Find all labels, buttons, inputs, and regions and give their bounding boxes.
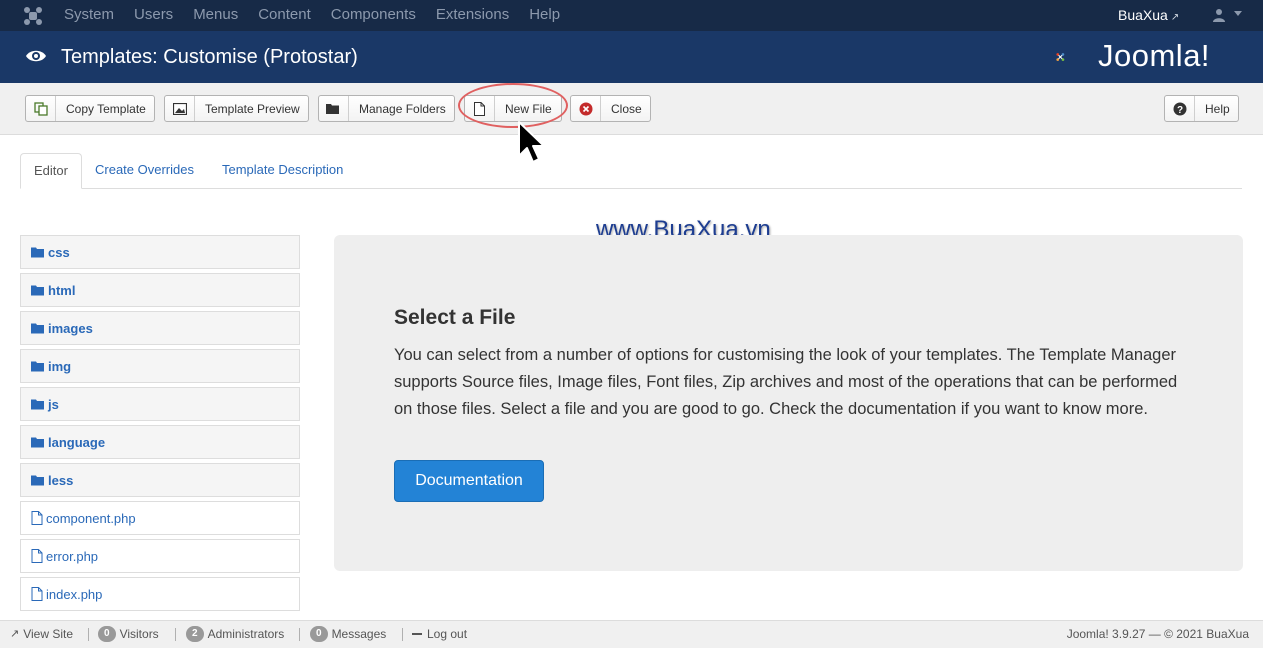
admins-label: Administrators — [207, 627, 285, 641]
tab-bar: Editor Create Overrides Template Descrip… — [20, 153, 1242, 189]
svg-text:?: ? — [1176, 105, 1182, 116]
eye-icon — [26, 50, 46, 62]
site-link[interactable]: BuaXua ↗ — [1118, 0, 1179, 33]
close-label: Close — [611, 101, 642, 116]
divider — [299, 628, 300, 641]
logout-link[interactable]: Log out — [412, 621, 467, 647]
panel-heading: Select a File — [394, 306, 516, 329]
close-icon — [571, 96, 601, 121]
view-site-link[interactable]: ↗ View Site — [10, 621, 73, 647]
folder-open-icon — [319, 96, 349, 121]
folder-icon — [31, 475, 44, 485]
question-icon: ? — [1165, 96, 1195, 121]
joomla-menu-icon[interactable] — [23, 6, 43, 26]
file-icon — [31, 549, 43, 563]
messages-count-badge: 0 — [310, 626, 328, 642]
folder-less[interactable]: less — [20, 463, 300, 497]
folder-images[interactable]: images — [20, 311, 300, 345]
copy-template-button[interactable]: Copy Template — [25, 95, 155, 122]
version-text: Joomla! 3.9.27 — © 2021 BuaXua — [1066, 627, 1249, 641]
highlight-ring — [458, 83, 568, 128]
file-component-php[interactable]: component.php — [20, 501, 300, 535]
admins-count-badge: 2 — [186, 626, 204, 642]
page-header: Templates: Customise (Protostar) Joomla! — [0, 31, 1263, 83]
folder-label: css — [48, 244, 70, 260]
visitors-count-badge: 0 — [98, 626, 116, 642]
top-navbar: System Users Menus Content Components Ex… — [0, 0, 1263, 31]
manage-folders-button[interactable]: Manage Folders — [318, 95, 455, 122]
copy-icon — [26, 96, 56, 121]
messages-link[interactable]: 0 Messages — [310, 621, 386, 647]
close-button[interactable]: Close — [570, 95, 651, 122]
file-label: component.php — [46, 510, 136, 526]
menu-system[interactable]: System — [64, 0, 114, 31]
external-link-icon: ↗ — [10, 628, 20, 640]
file-icon — [31, 511, 43, 525]
copy-template-label: Copy Template — [66, 101, 146, 116]
menu-components[interactable]: Components — [331, 0, 416, 31]
folder-img[interactable]: img — [20, 349, 300, 383]
folder-label: img — [48, 358, 72, 374]
menu-content[interactable]: Content — [258, 0, 311, 31]
toolbar: Copy Template Template Preview Manage Fo… — [0, 83, 1263, 135]
help-button[interactable]: ? Help — [1164, 95, 1239, 122]
joomla-brand-text: Joomla! — [1098, 38, 1211, 73]
chevron-down-icon[interactable] — [1234, 11, 1242, 16]
divider — [88, 628, 89, 641]
messages-label: Messages — [331, 627, 387, 641]
folder-language[interactable]: language — [20, 425, 300, 459]
folder-icon — [31, 399, 44, 409]
file-label: error.php — [46, 548, 99, 564]
logout-label: Log out — [427, 627, 468, 641]
tab-editor[interactable]: Editor — [20, 153, 82, 189]
select-file-panel: Select a File You can select from a numb… — [334, 235, 1243, 571]
file-label: index.php — [46, 586, 103, 602]
template-preview-label: Template Preview — [205, 101, 300, 116]
folder-label: js — [48, 396, 59, 412]
status-bar: ↗ View Site 0 Visitors 2 Administrators … — [0, 620, 1263, 648]
menu-menus[interactable]: Menus — [193, 0, 238, 31]
folder-icon — [31, 437, 44, 447]
tab-template-description[interactable]: Template Description — [222, 153, 343, 189]
visitors-label: Visitors — [119, 627, 159, 641]
menu-help[interactable]: Help — [529, 0, 560, 31]
panel-description: You can select from a number of options … — [394, 346, 1178, 418]
tab-create-overrides[interactable]: Create Overrides — [95, 153, 194, 189]
page-title: Templates: Customise (Protostar) — [61, 46, 358, 68]
site-name: BuaXua — [1118, 7, 1168, 23]
main-menu: System Users Menus Content Components Ex… — [64, 0, 580, 31]
folder-label: images — [48, 320, 93, 336]
minus-icon — [412, 633, 422, 635]
menu-extensions[interactable]: Extensions — [436, 0, 509, 31]
external-link-icon: ↗ — [1170, 12, 1180, 23]
documentation-button[interactable]: Documentation — [394, 460, 544, 502]
template-preview-button[interactable]: Template Preview — [164, 95, 309, 122]
view-site-label: View Site — [23, 627, 74, 641]
menu-users[interactable]: Users — [134, 0, 173, 31]
file-error-php[interactable]: error.php — [20, 539, 300, 573]
user-icon[interactable] — [1212, 8, 1226, 22]
joomla-logo-icon — [1056, 53, 1065, 61]
folder-icon — [31, 361, 44, 371]
folder-icon — [31, 323, 44, 333]
folder-icon — [31, 247, 44, 257]
help-label: Help — [1205, 101, 1230, 116]
file-index-php[interactable]: index.php — [20, 577, 300, 611]
administrators-link[interactable]: 2 Administrators — [186, 621, 284, 647]
folder-label: language — [48, 434, 106, 450]
manage-folders-label: Manage Folders — [359, 101, 446, 116]
mouse-cursor-icon — [518, 121, 545, 163]
folder-html[interactable]: html — [20, 273, 300, 307]
divider — [402, 628, 403, 641]
folder-icon — [31, 285, 44, 295]
visitors-link[interactable]: 0 Visitors — [98, 621, 159, 647]
folder-label: html — [48, 282, 76, 298]
divider — [175, 628, 176, 641]
folder-label: less — [48, 472, 74, 488]
folder-js[interactable]: js — [20, 387, 300, 421]
file-icon — [31, 587, 43, 601]
folder-css[interactable]: css — [20, 235, 300, 269]
image-icon — [165, 96, 195, 121]
